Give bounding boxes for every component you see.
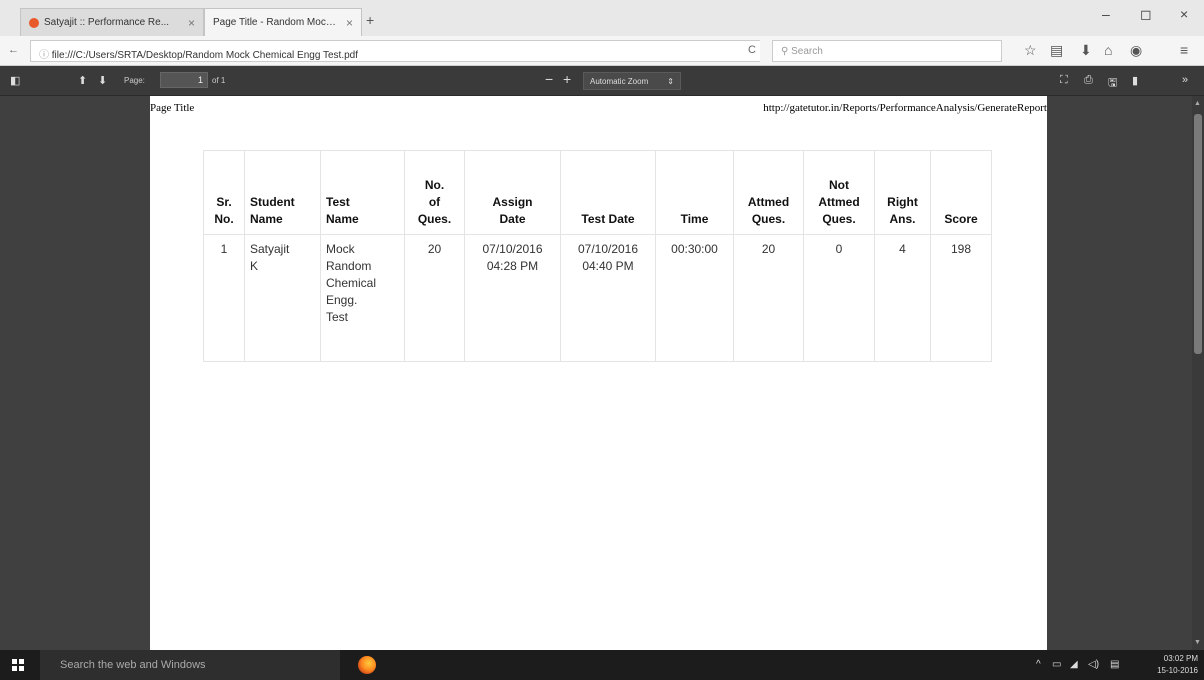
firefox-favicon-icon	[29, 17, 39, 28]
page-header-title: Page Title	[150, 102, 195, 114]
col-test-date: Test Date	[560, 150, 656, 235]
table-row: 1 Satyajit K Mock Random Chemical Engg. Test …	[203, 234, 992, 362]
info-icon[interactable]: ⓘ	[39, 50, 49, 61]
download-icon[interactable]: ⬇	[1080, 42, 1092, 59]
windows-taskbar: Search the web and Windows ^ ▭ ◢ ◁) ▤ 03…	[0, 650, 1204, 680]
page-label: Page:	[124, 76, 145, 85]
search-input[interactable]: ⚲ Search	[772, 40, 1002, 62]
url-bar[interactable]: ⓘ file:///C:/Users/SRTA/Desktop/Random M…	[30, 40, 760, 62]
cell-test-date: 07/10/2016 04:40 PM	[560, 234, 656, 362]
windows-start-icon[interactable]	[12, 659, 24, 671]
tab-title: Satyajit :: Performance Re...	[44, 17, 170, 28]
search-icon: ⚲	[781, 46, 789, 57]
close-tab-icon[interactable]: ×	[188, 16, 195, 30]
cell-score: 198	[930, 234, 992, 362]
col-student-name: Student Name	[244, 150, 321, 235]
search-placeholder: Search	[791, 46, 823, 57]
col-time: Time	[655, 150, 734, 235]
back-arrow-icon[interactable]: ←	[8, 44, 19, 56]
minimize-button[interactable]: –	[1102, 6, 1110, 22]
clock-date: 15-10-2016	[1157, 666, 1198, 675]
tab-strip: Satyajit :: Performance Re... × Page Tit…	[0, 0, 1204, 36]
dropdown-icon: ⇕	[667, 77, 674, 86]
cell-test-name: Mock Random Chemical Engg. Test	[320, 234, 405, 362]
url-text: file:///C:/Users/SRTA/Desktop/Random Moc…	[51, 50, 359, 61]
cell-attempted: 20	[733, 234, 804, 362]
show-hidden-icons-icon[interactable]: ^	[1036, 659, 1041, 670]
menu-icon[interactable]: ≡	[1180, 42, 1188, 58]
clock-time: 03:02 PM	[1163, 654, 1198, 663]
home-icon[interactable]: ⌂	[1104, 42, 1112, 58]
bookmark-icon[interactable]: ▮	[1132, 74, 1138, 87]
tab-pdf[interactable]: Page Title - Random Mock Ch... ×	[204, 8, 362, 36]
scroll-up-icon[interactable]: ▲	[1194, 100, 1201, 107]
col-num-ques: No. of Ques.	[404, 150, 465, 235]
cell-sr-no: 1	[203, 234, 245, 362]
col-right-ans: Right Ans.	[874, 150, 931, 235]
zoom-select[interactable]: Automatic Zoom ⇕	[583, 72, 681, 90]
presentation-mode-icon[interactable]: ⛶	[1060, 74, 1068, 87]
table-header-row: Sr. No. Student Name Test Name No. of Ques. A…	[203, 150, 992, 235]
vertical-scrollbar[interactable]: ▲ ▼	[1192, 96, 1204, 650]
cell-time: 00:30:00	[655, 234, 734, 362]
tab-title: Page Title - Random Mock Ch...	[213, 17, 340, 28]
bookmark-star-icon[interactable]: ☆	[1024, 42, 1037, 59]
zoom-in-button[interactable]: +	[563, 71, 571, 87]
next-page-icon[interactable]: ⬇	[98, 74, 107, 87]
cell-student-name: Satyajit K	[244, 234, 321, 362]
cell-not-attempted: 0	[803, 234, 875, 362]
volume-icon[interactable]: ◁)	[1088, 659, 1099, 670]
sidebar-toggle-icon[interactable]: ◧	[10, 74, 20, 87]
col-not-attempted: Not Attmed Ques.	[803, 150, 875, 235]
previous-page-icon[interactable]: ⬆	[78, 74, 87, 87]
col-attempted: Attmed Ques.	[733, 150, 804, 235]
tools-icon[interactable]: »	[1182, 74, 1188, 86]
reading-list-icon[interactable]: ▤	[1050, 42, 1063, 59]
page-header-url: http://gatetutor.in/Reports/PerformanceA…	[763, 102, 1047, 114]
close-window-button[interactable]: ×	[1180, 6, 1188, 22]
notifications-icon[interactable]: ▤	[1110, 659, 1119, 670]
cell-num-ques: 20	[404, 234, 465, 362]
print-icon[interactable]: ⎙	[1084, 74, 1093, 87]
maximize-button[interactable]: ◻	[1140, 6, 1152, 23]
col-score: Score	[930, 150, 992, 235]
pocket-icon[interactable]: ◉	[1130, 42, 1142, 59]
tab-performance-report[interactable]: Satyajit :: Performance Re... ×	[20, 8, 204, 36]
navigation-bar: ← ⓘ file:///C:/Users/SRTA/Desktop/Random…	[0, 36, 1204, 66]
pdf-page: Page Title http://gatetutor.in/Reports/P…	[150, 96, 1047, 650]
battery-icon[interactable]: ▭	[1052, 659, 1061, 670]
cell-assign-date: 07/10/2016 04:28 PM	[464, 234, 561, 362]
col-assign-date: Assign Date	[464, 150, 561, 235]
page-count: of 1	[212, 76, 226, 85]
taskbar-clock[interactable]: 03:02 PM 15-10-2016	[1157, 653, 1198, 677]
col-test-name: Test Name	[320, 150, 405, 235]
close-tab-icon[interactable]: ×	[346, 16, 353, 30]
network-icon[interactable]: ◢	[1070, 659, 1078, 670]
save-icon[interactable]: 🖫	[1108, 74, 1117, 93]
scrollbar-thumb[interactable]	[1194, 114, 1202, 354]
reload-icon[interactable]: C	[748, 44, 756, 56]
zoom-out-button[interactable]: −	[545, 71, 553, 87]
zoom-select-value: Automatic Zoom	[590, 77, 649, 86]
new-tab-button[interactable]: +	[366, 12, 374, 28]
pdf-toolbar: ◧ ⬆ ⬇ Page: 1 of 1 − + Automatic Zoom ⇕ …	[0, 66, 1204, 96]
taskbar-search-input[interactable]: Search the web and Windows	[40, 650, 340, 680]
document-viewer[interactable]: Page Title http://gatetutor.in/Reports/P…	[0, 96, 1204, 650]
page-number-input[interactable]: 1	[160, 72, 208, 88]
firefox-taskbar-icon[interactable]	[358, 656, 376, 674]
results-table: Sr. No. Student Name Test Name No. of Ques. A…	[203, 150, 992, 362]
col-sr-no: Sr. No.	[203, 150, 245, 235]
scroll-down-icon[interactable]: ▼	[1194, 639, 1201, 646]
cell-right-ans: 4	[874, 234, 931, 362]
